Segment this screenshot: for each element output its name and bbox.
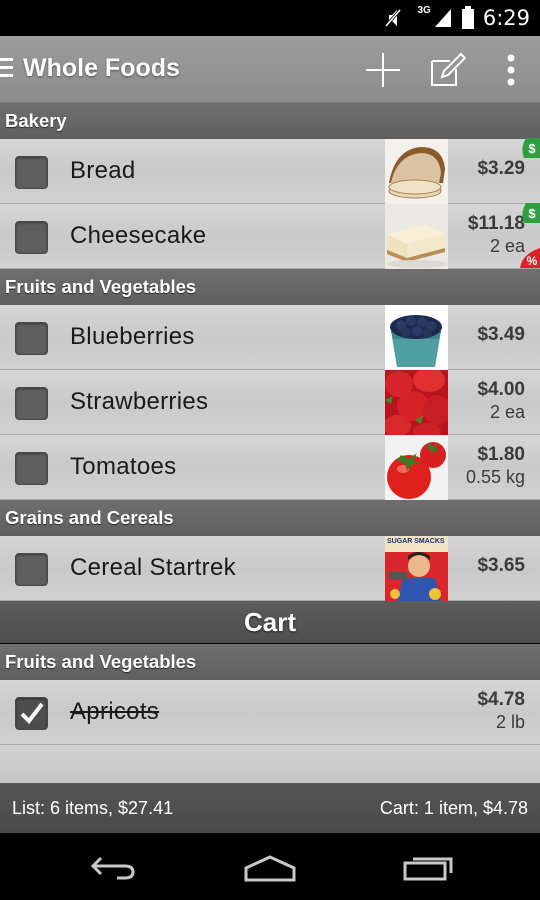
strawberries-thumbnail [385,370,448,435]
item-checkbox[interactable] [15,156,48,189]
list-item[interactable]: Strawberries $4.00 2 ea [0,370,540,435]
item-name: Blueberries [70,323,195,350]
blueberries-thumbnail [385,305,448,370]
price-badge-dollar-icon: $ [522,138,540,158]
no-sound-icon [385,9,402,27]
cart-section-header-fruits-and-vegetables: Fruits and Vegetables [0,644,540,680]
svg-text:$: $ [528,206,536,221]
price-badge-dollar-icon: $ [522,203,540,223]
list-summary: List: 6 items, $27.41 [12,798,174,818]
list-item[interactable]: Blueberries $3.49 [0,305,540,370]
signal-icon [434,9,451,27]
svg-text:$: $ [528,141,536,156]
home-button[interactable] [240,851,300,885]
cereal-box-text: SUGAR SMACKS [387,538,445,545]
plus-icon [366,53,400,87]
item-checkbox[interactable] [15,322,48,355]
overflow-menu-button[interactable] [491,50,531,90]
cart-header: Cart [0,601,540,643]
list-title[interactable]: Whole Foods [23,54,180,83]
section-header-fruits-and-vegetables: Fruits and Vegetables [0,269,540,305]
item-price: $11.18 [467,213,525,234]
list-item[interactable]: Bread $3.29 $ [0,138,540,204]
checkmark-icon [20,702,44,725]
item-quantity: 2 lb [495,712,525,732]
item-name: Bread [70,157,136,184]
back-icon [90,856,135,880]
list-item[interactable]: Cheesecake $11.18 2 ea $ % [0,203,540,269]
item-name: Tomatoes [70,453,177,480]
cart-summary: Cart: 1 item, $4.78 [379,798,528,818]
home-icon [244,855,296,882]
item-name: Strawberries [70,388,209,415]
list-item[interactable]: Cereal Startrek SUGAR SMACKS $3.65 [0,536,540,601]
section-header-bakery: Bakery [0,103,540,139]
clock: 6:29 [482,6,530,30]
item-price: $3.29 [477,158,525,179]
action-bar: Whole Foods [0,36,540,103]
item-quantity: 0.55 kg [465,467,525,487]
cereal-box-thumbnail: SUGAR SMACKS [385,536,448,601]
drawer-menu-icon[interactable] [0,58,14,78]
edit-icon [431,52,466,86]
item-quantity: 2 ea [489,402,525,422]
item-price: $1.80 [477,444,525,465]
add-item-button[interactable] [363,50,403,90]
back-button[interactable] [82,851,142,885]
cheesecake-thumbnail [385,204,448,269]
item-checkbox-checked[interactable] [15,697,48,730]
tomatoes-thumbnail [385,435,448,500]
section-header-grains-and-cereals: Grains and Cereals [0,500,540,536]
recent-apps-button[interactable] [398,851,458,885]
svg-text:%: % [527,254,538,268]
network-type-label: 3G [417,4,431,16]
item-checkbox[interactable] [15,387,48,420]
battery-icon [461,6,474,29]
bread-thumbnail [385,139,448,204]
item-price: $4.00 [477,379,525,400]
edit-button[interactable] [427,50,467,90]
system-nav-bar [0,833,540,900]
list-empty-space [0,745,540,783]
item-price: $4.78 [477,689,525,710]
item-checkbox[interactable] [15,452,48,485]
status-bar: 3G 6:29 [0,0,540,36]
item-checkbox[interactable] [15,221,48,254]
item-price: $3.49 [477,324,525,345]
item-name: Apricots [70,698,160,725]
list-item[interactable]: Tomatoes $1.80 0.55 kg [0,435,540,500]
summary-footer: List: 6 items, $27.41 Cart: 1 item, $4.7… [0,783,540,833]
more-vertical-icon [507,54,515,86]
item-price: $3.65 [477,555,525,576]
item-name: Cheesecake [70,222,207,249]
cart-item[interactable]: Apricots $4.78 2 lb [0,680,540,745]
recent-apps-icon [403,857,453,881]
item-checkbox[interactable] [15,553,48,586]
item-name: Cereal Startrek [70,554,236,581]
discount-badge-percent-icon: % [520,248,540,268]
